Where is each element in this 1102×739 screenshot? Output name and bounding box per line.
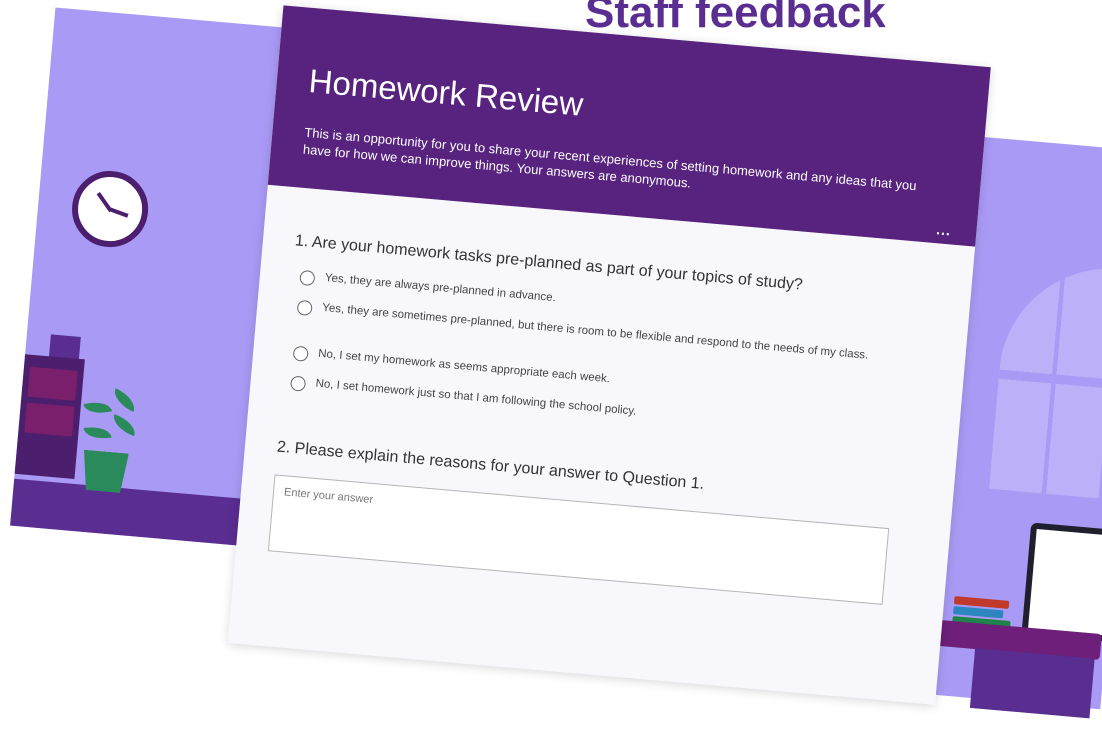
form-screenshot: Homework Review This is an opportunity f… (0, 0, 1102, 736)
monitor-illustration (1021, 522, 1102, 643)
radio-button[interactable] (299, 269, 316, 287)
answer-input[interactable]: Enter your answer (267, 474, 890, 605)
q1-option-2-label: Yes, they are sometimes pre-planned, but… (321, 301, 869, 362)
form-header: Homework Review This is an opportunity f… (267, 5, 991, 247)
radio-button[interactable] (289, 375, 307, 392)
radio-button[interactable] (296, 299, 313, 317)
q1-option-3-label: No, I set my homework as seems appropria… (317, 347, 611, 386)
shelf-drawer (24, 402, 75, 437)
shelf-drawer (27, 366, 78, 401)
form-title: Homework Review (307, 61, 585, 123)
more-options-button[interactable]: ... (936, 221, 952, 238)
form-card: Homework Review This is an opportunity f… (227, 5, 991, 705)
answer-placeholder: Enter your answer (283, 486, 374, 507)
desk-base-illustration (969, 648, 1095, 719)
q1-option-1-label: Yes, they are always pre-planned in adva… (324, 272, 557, 305)
form-description: This is an opportunity for you to share … (302, 124, 918, 194)
radio-button[interactable] (292, 345, 309, 362)
